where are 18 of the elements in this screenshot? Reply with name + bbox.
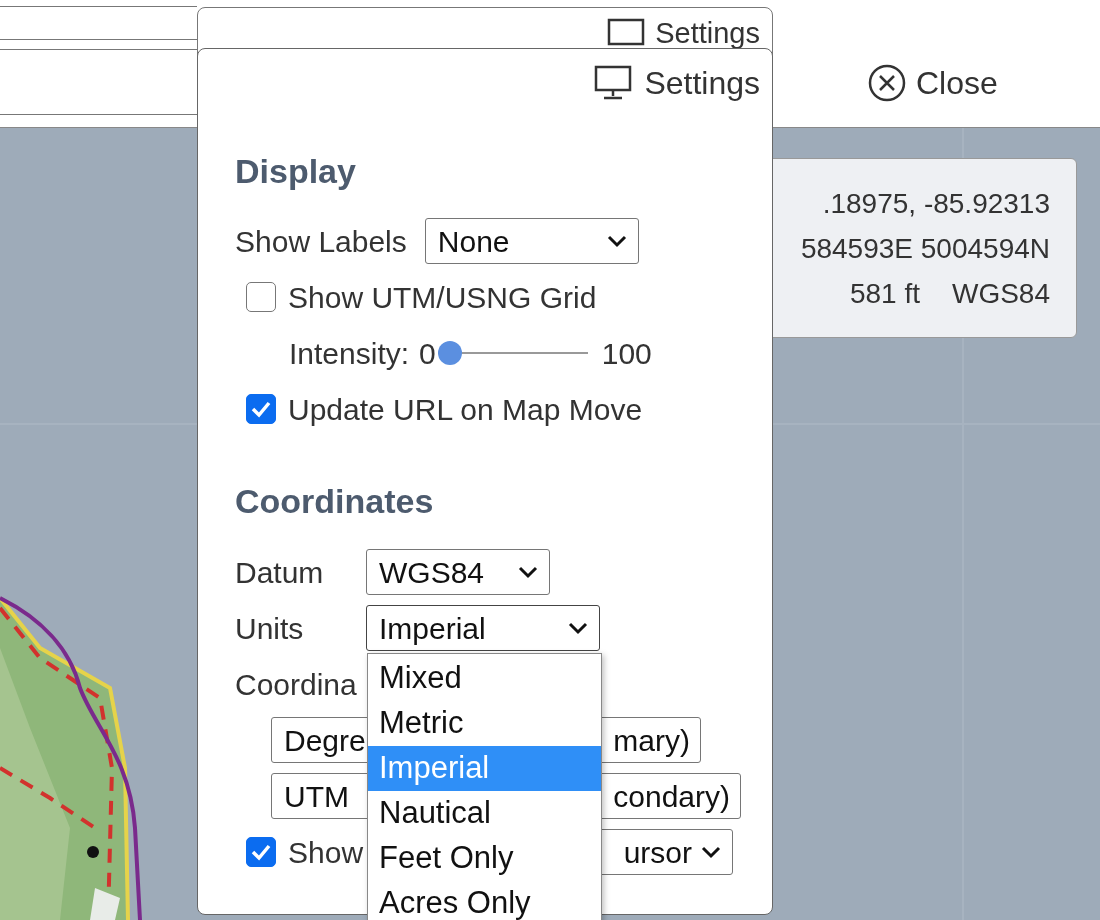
checkbox-label: Show UTM/USNG Grid (288, 279, 597, 316)
panel-title: Settings (644, 64, 760, 103)
field-label: Show Labels (235, 223, 407, 260)
checkbox-label: Update URL on Map Move (288, 391, 643, 428)
field-label: Datum (235, 554, 325, 591)
elevation-text: 581 ft (849, 277, 920, 311)
panel-title: Settings (655, 18, 760, 48)
checkbox-label: Show (288, 834, 364, 871)
field-label: Coordina (235, 666, 357, 703)
datum-text: WGS84 (951, 277, 1050, 311)
slider-label: Intensity: (289, 335, 410, 372)
field-label: Units (235, 610, 305, 647)
section-heading: Display (235, 150, 357, 192)
slider-min: 0 (419, 335, 436, 372)
coordinate-text: .18975, -85.92313 (822, 187, 1050, 221)
slider-max: 100 (601, 335, 652, 372)
section-heading: Coordinates (235, 480, 435, 522)
coordinate-text: 584593E 5004594N (800, 232, 1050, 266)
